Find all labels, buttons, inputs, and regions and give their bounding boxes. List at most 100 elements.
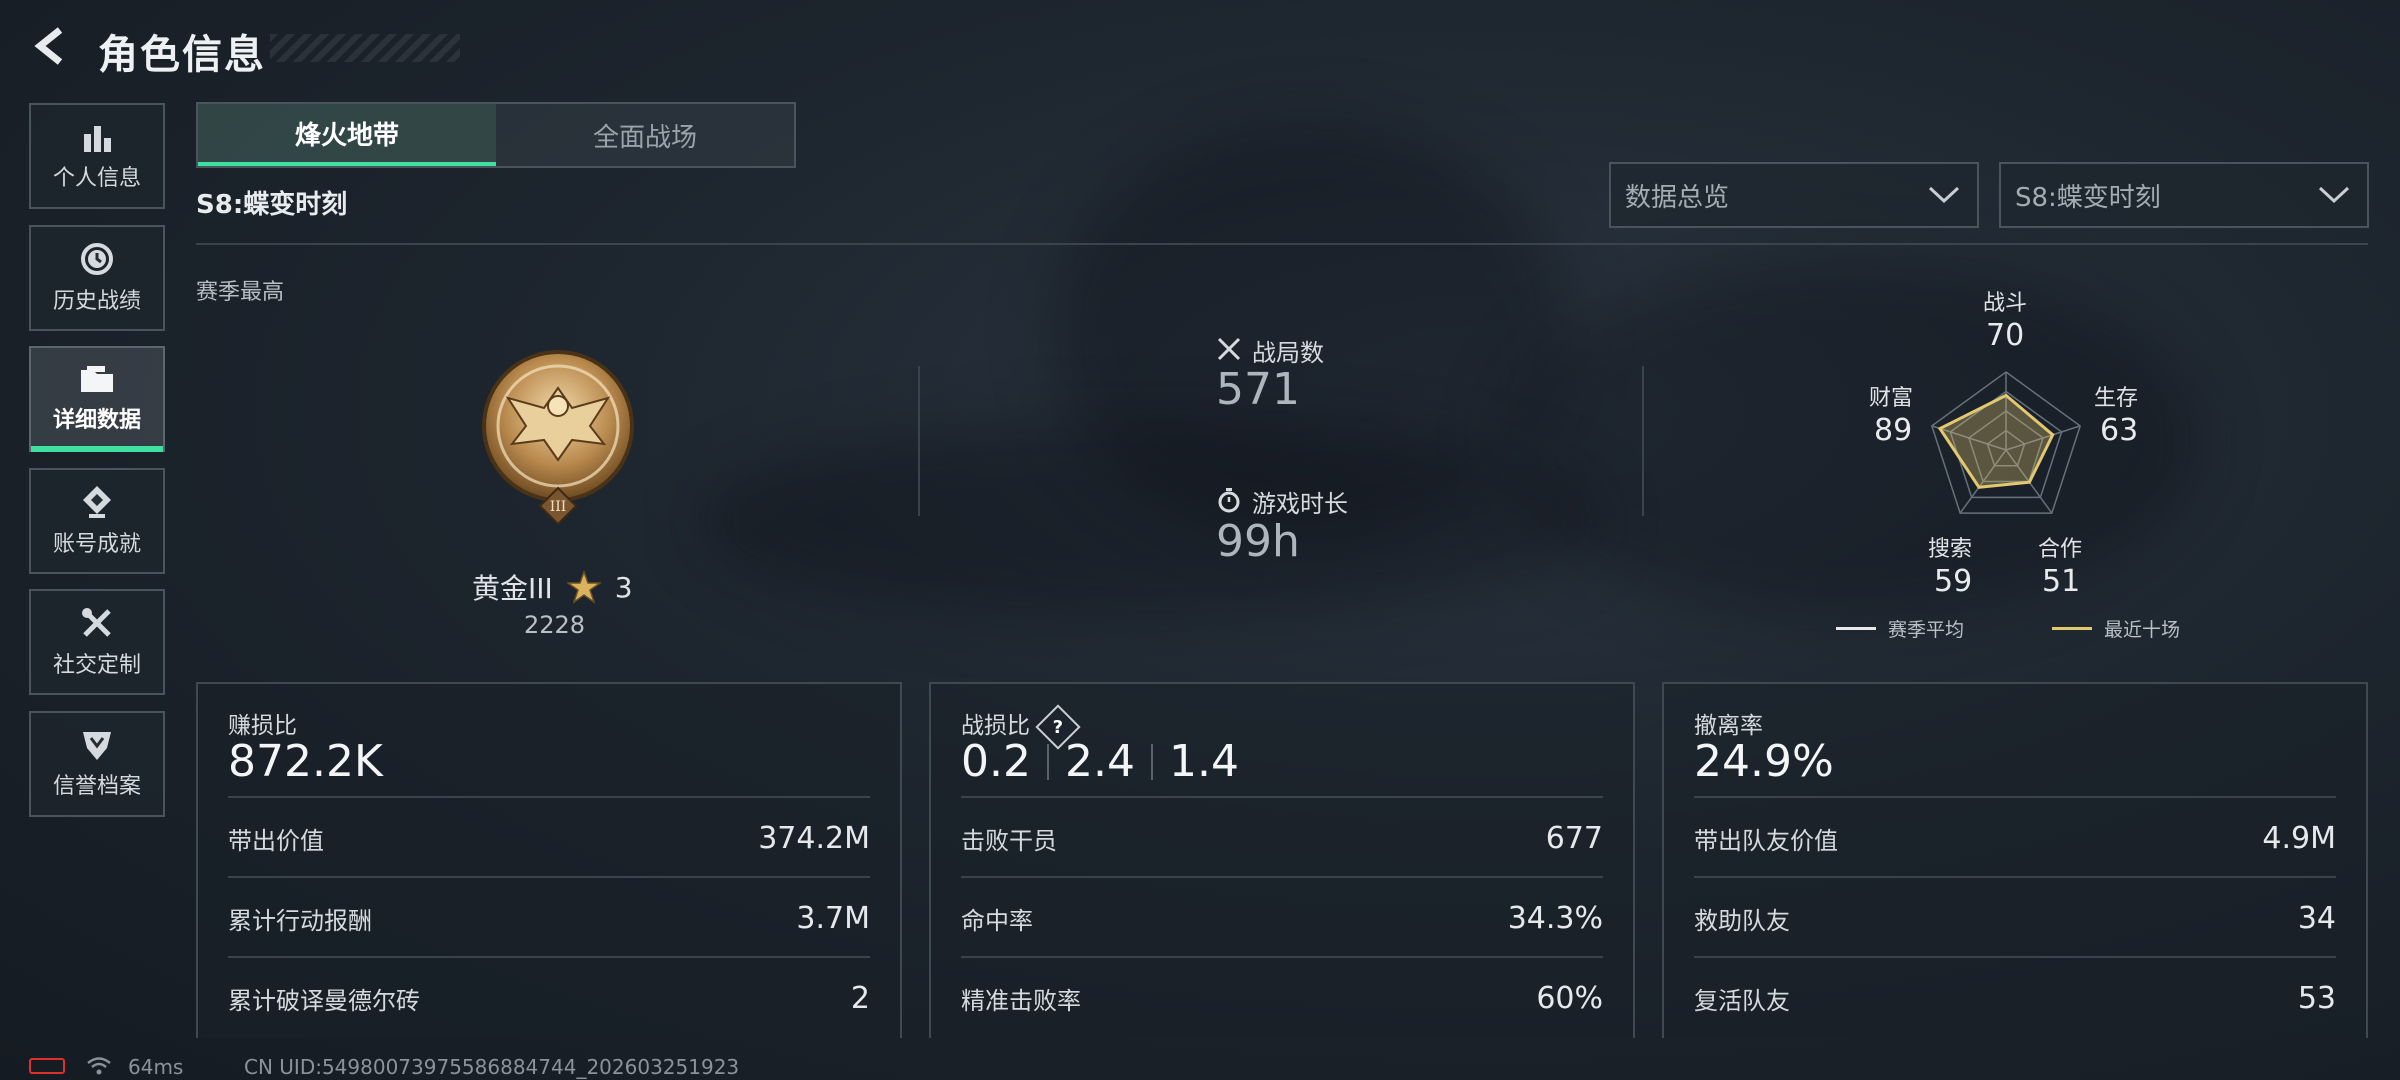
extract-panel: 撤离率 24.9% 带出队友价值 4.9M 救助队友 34 复活队友 53: [1662, 682, 2368, 1038]
stat-key: 命中率: [961, 906, 1033, 935]
legend-recent-ten: 最近十场: [2104, 619, 2181, 641]
chevron-down-icon: [1928, 186, 1960, 204]
legend-recent-swatch: [2052, 627, 2092, 630]
uid-text: CN UID:5498007397558688474​4_20260325192…: [244, 1055, 740, 1079]
matches-value: 571: [1216, 364, 1300, 415]
stat-value: 677: [1545, 820, 1603, 856]
extract-label: 撤离率: [1694, 713, 1763, 739]
value-separator: [1150, 743, 1153, 780]
stat-value: 3.7M: [796, 900, 870, 936]
sidebar-item-label: 社交定制: [52, 653, 141, 678]
stat-row: 救助队友 34: [1694, 876, 2336, 958]
stat-key: 救助队友: [1694, 906, 1790, 935]
matches-label: 战局数: [1252, 339, 1324, 367]
stat-key: 复活队友: [1694, 986, 1790, 1015]
radar-value-wealth: 89: [1874, 413, 1913, 448]
sidebar-item-label: 信誉档案: [52, 774, 141, 799]
radar-value-survival: 63: [2100, 413, 2139, 448]
tools-icon: [82, 608, 111, 637]
radar-label-survival: 生存: [2094, 386, 2139, 411]
radar-label-wealth: 财富: [1869, 386, 1914, 411]
legend-season-avg-swatch: [1836, 627, 1876, 630]
gold-rank-medal-icon: III: [482, 350, 634, 524]
playtime-label: 游戏时长: [1252, 490, 1348, 518]
kd-value-1: 0.2: [961, 736, 1031, 787]
stat-value: 53: [2297, 980, 2336, 1016]
rank-points: 2228: [524, 611, 586, 639]
rank-stars: 3: [614, 570, 633, 604]
stat-row: 复活队友 53: [1694, 956, 2336, 1038]
sidebar-item-reputation[interactable]: 信誉档案: [29, 711, 165, 817]
stopwatch-icon: [1218, 488, 1240, 513]
stat-key: 累计行动报酬: [228, 906, 372, 935]
kd-value-2: 2.4: [1064, 736, 1135, 787]
dropdown-value: S8:蝶变时刻: [2015, 182, 2161, 213]
folder-icon: [81, 366, 113, 392]
active-indicator: [31, 446, 163, 452]
divider: [1642, 366, 1644, 516]
stat-value: 34: [2297, 900, 2336, 936]
season-dropdown[interactable]: S8:蝶变时刻: [1999, 162, 2369, 228]
page-title: 角色信息: [98, 32, 266, 78]
season-best-label: 赛季最高: [196, 280, 285, 305]
stat-key: 带出价值: [228, 826, 324, 855]
svg-text:III: III: [550, 499, 567, 515]
stat-row: 击败干员 677: [961, 796, 1603, 878]
radar-value-search: 59: [1934, 564, 1973, 599]
stat-value: 2: [850, 980, 870, 1016]
radar-value-combat: 70: [1986, 318, 2025, 353]
sidebar-item-label: 详细数据: [52, 408, 141, 433]
radar-value-cooperation: 51: [2042, 564, 2081, 599]
stat-row: 带出队友价值 4.9M: [1694, 796, 2336, 878]
stat-key: 精准击败率: [961, 986, 1081, 1015]
sidebar-item-label: 个人信息: [52, 166, 141, 191]
kd-panel: 战损比? 0.2 2.4 1.4 击败干员 677 命中率 34.3% 精准击败率 6…: [929, 682, 1635, 1038]
reputation-icon: [83, 732, 111, 760]
sidebar-item-social[interactable]: 社交定制: [29, 589, 165, 695]
radar-recent-polygon: [1937, 393, 2055, 489]
stat-value: 60%: [1536, 980, 1603, 1016]
sidebar-item-label: 账号成就: [52, 532, 141, 557]
radar-label-cooperation: 合作: [2038, 537, 2083, 562]
stat-row: 精准击败率 60%: [961, 956, 1603, 1038]
stat-row: 命中率 34.3%: [961, 876, 1603, 958]
ping-value: 64ms: [128, 1055, 184, 1079]
kd-value-3: 1.4: [1168, 736, 1239, 787]
stat-row: 带出价值 374.2M: [228, 796, 870, 878]
tab-warfire-zone[interactable]: 烽火地带: [198, 104, 496, 166]
sidebar-item-personal-info[interactable]: 个人信息: [29, 103, 165, 209]
sidebar-item-history[interactable]: 历史战绩: [29, 225, 165, 331]
dropdown-value: 数据总览: [1625, 182, 1730, 213]
rank-name: 黄金III: [472, 572, 553, 605]
sidebar-item-detailed-data[interactable]: 详细数据: [29, 346, 165, 452]
divider: [196, 243, 2368, 245]
profit-panel: 赚损比 872.2K 带出价值 374.2M 累计行动报酬 3.7M 累计破译曼德尔…: [196, 682, 902, 1038]
mode-tabs: 烽火地带 全面战场: [196, 102, 796, 168]
stat-row: 累计破译曼德尔砖 2: [228, 956, 870, 1038]
tab-full-battlefield[interactable]: 全面战场: [496, 104, 794, 166]
legend-season-avg: 赛季平均: [1888, 619, 1965, 641]
data-overview-dropdown[interactable]: 数据总览: [1609, 162, 1979, 228]
extract-value: 24.9%: [1694, 736, 1834, 787]
title-decoration: [270, 34, 460, 62]
help-glyph: ?: [1052, 715, 1064, 737]
stat-key: 累计破译曼德尔砖: [228, 986, 420, 1015]
profit-label: 赚损比: [228, 713, 297, 739]
season-title: S8:蝶变时刻: [196, 190, 348, 220]
crossed-swords-icon: [1217, 337, 1241, 361]
radar-chart: [1930, 371, 2082, 514]
stat-key: 击败干员: [961, 826, 1057, 855]
playtime-value: 99h: [1216, 516, 1300, 567]
stat-value: 374.2M: [758, 820, 870, 856]
achievement-icon: [83, 486, 111, 518]
rank-row: 黄金III 3: [472, 567, 633, 607]
radar-label-search: 搜索: [1928, 537, 1973, 562]
stat-key: 带出队友价值: [1694, 826, 1838, 855]
profit-value: 872.2K: [228, 736, 383, 787]
sidebar-item-label: 历史战绩: [52, 289, 141, 314]
wifi-icon: [87, 1057, 111, 1075]
clock-history-icon: [81, 243, 113, 275]
sidebar-item-achievements[interactable]: 账号成就: [29, 468, 165, 574]
battery-icon: [29, 1058, 65, 1074]
back-chevron-icon[interactable]: [28, 24, 72, 68]
